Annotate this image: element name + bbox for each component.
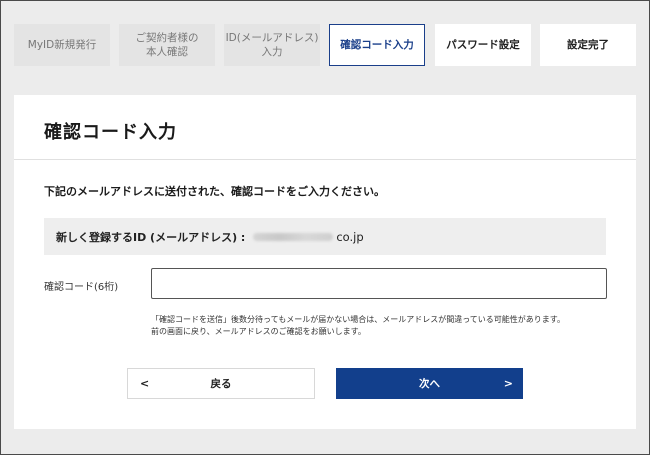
email-domain: co.jp (336, 229, 364, 244)
step-identity-check: ご契約者様の 本人確認 (119, 24, 215, 66)
page-title: 確認コード入力 (44, 122, 177, 143)
help-note-line-2: 前の画面に戻り、メールアドレスのご確認をお願いします。 (151, 327, 366, 337)
help-note-line-1: 「確認コードを送信」後数分待ってもメールが届かない場合は、メールアドレスが間違っ… (151, 315, 565, 324)
back-button[interactable]: < 戻る (127, 368, 315, 399)
verification-code-input[interactable] (151, 268, 607, 299)
help-note: 「確認コードを送信」後数分待ってもメールが届かない場合は、メールアドレスが間違っ… (151, 314, 565, 339)
step-myid-issue: MyID新規発行 (14, 24, 110, 66)
chevron-right-icon: > (503, 377, 513, 390)
code-field-label: 確認コード(6桁) (44, 282, 119, 293)
title-divider (14, 159, 636, 160)
masked-email (253, 232, 334, 241)
back-button-label: 戻る (210, 378, 232, 390)
chevron-left-icon: < (140, 377, 150, 390)
step-password-setup: パスワード設定 (435, 24, 531, 66)
step-id-input: ID(メールアドレス) 入力 (224, 24, 320, 66)
verification-card: 確認コード入力 下記のメールアドレスに送付された、確認コードをご入力ください。 … (14, 95, 636, 429)
step-code-input: 確認コード入力 (329, 24, 425, 66)
instruction-text: 下記のメールアドレスに送付された、確認コードをご入力ください。 (44, 185, 385, 198)
registered-id-box: 新しく登録するID (メールアドレス) : co.jp (44, 218, 606, 255)
id-label: 新しく登録するID (メールアドレス) : (56, 230, 246, 244)
next-button-label: 次へ (419, 378, 440, 390)
step-complete: 設定完了 (540, 24, 636, 66)
next-button[interactable]: 次へ > (336, 368, 523, 399)
